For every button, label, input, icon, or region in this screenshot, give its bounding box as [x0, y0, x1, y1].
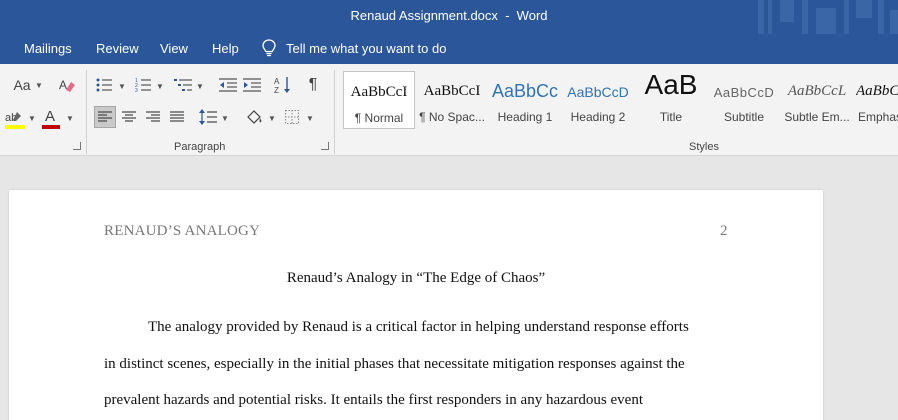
style-heading-2[interactable]: AaBbCcD Heading 2	[562, 71, 634, 129]
style-emphasis[interactable]: AaBbCcL Emphas	[854, 71, 898, 129]
chevron-down-icon[interactable]: ▼	[35, 81, 43, 90]
document-title: Renaud’s Analogy in “The Edge of Chaos”	[286, 270, 546, 286]
borders-icon[interactable]	[285, 110, 299, 124]
chevron-down-icon[interactable]: ▼	[28, 114, 36, 123]
tell-me-label: Tell me what you want to do	[286, 40, 447, 56]
paragraph-line: The analogy provided by Renaud is a crit…	[148, 319, 689, 335]
style-heading-1[interactable]: AaBbCc Heading 1	[489, 71, 561, 129]
decrease-indent-icon[interactable]	[219, 77, 237, 93]
style-name: Emphas	[858, 110, 898, 124]
align-center-icon[interactable]	[122, 110, 136, 124]
style-sample: AaBbCcL	[856, 83, 898, 99]
style-sample: AaB	[644, 71, 698, 99]
align-right-icon[interactable]	[146, 110, 160, 124]
multilevel-list-icon[interactable]	[174, 77, 192, 93]
sort-icon[interactable]: A Z	[274, 76, 292, 94]
font-dialog-launcher-icon[interactable]	[73, 142, 81, 150]
document-canvas: RENAUD’S ANALOGY 2 Renaud’s Analogy in “…	[0, 156, 898, 420]
paragraph-line: in distinct scenes, especially in the in…	[104, 356, 685, 372]
chevron-down-icon[interactable]: ▼	[118, 82, 126, 91]
highlighter-icon: ab	[5, 112, 25, 129]
chevron-down-icon[interactable]: ▼	[156, 82, 164, 91]
lightbulb-icon	[262, 39, 276, 57]
group-divider	[86, 70, 87, 154]
ribbon-tab-bar: Mailings Review View Help Tell me what y…	[0, 34, 898, 64]
style-sample: AaBbCcL	[787, 83, 847, 99]
font-color-label: A	[45, 108, 56, 125]
show-formatting-marks-button[interactable]: ¶	[304, 76, 322, 94]
style-sample: AaBbCcI	[350, 84, 408, 100]
svg-text:A: A	[59, 78, 67, 92]
line-spacing-icon[interactable]	[199, 108, 217, 126]
tab-help[interactable]: Help	[212, 41, 239, 56]
styles-gallery: AaBbCcI ¶ Normal AaBbCcI ¶ No Spac... Aa…	[343, 71, 898, 129]
bullets-icon[interactable]	[96, 77, 112, 93]
chevron-down-icon[interactable]: ▼	[66, 114, 74, 123]
numbering-icon[interactable]: 123	[135, 77, 151, 93]
justify-icon[interactable]	[170, 110, 184, 124]
style-name: Subtle Em...	[784, 110, 850, 124]
style-subtle-emphasis[interactable]: AaBbCcL Subtle Em...	[781, 71, 853, 129]
style-name: ¶ No Spac...	[419, 110, 485, 124]
paragraph-dialog-launcher-icon[interactable]	[321, 142, 329, 150]
style-subtitle[interactable]: AaBbCcD Subtitle	[708, 71, 780, 129]
paragraph-group-label: Paragraph	[174, 141, 226, 153]
chevron-down-icon[interactable]: ▼	[268, 114, 276, 123]
font-color-button[interactable]: A	[42, 108, 62, 130]
style-name: ¶ Normal	[354, 111, 404, 125]
document-page[interactable]: RENAUD’S ANALOGY 2 Renaud’s Analogy in “…	[9, 190, 823, 420]
style-sample: AaBbCc	[491, 81, 559, 101]
eraser-icon[interactable]: A	[58, 76, 76, 94]
chevron-down-icon[interactable]: ▼	[306, 114, 314, 123]
style-name: Subtitle	[723, 110, 765, 124]
chevron-down-icon[interactable]: ▼	[196, 82, 204, 91]
align-left-button[interactable]	[94, 106, 116, 128]
tab-mailings[interactable]: Mailings	[24, 41, 72, 56]
style-title[interactable]: AaB Title	[635, 71, 707, 129]
running-head: RENAUD’S ANALOGY	[104, 223, 261, 239]
style-name: Heading 2	[570, 110, 626, 124]
title-bar: Renaud Assignment.docx - Word	[0, 0, 898, 34]
increase-indent-icon[interactable]	[243, 77, 261, 93]
svg-text:A: A	[274, 77, 280, 86]
tab-view[interactable]: View	[160, 41, 188, 56]
align-left-icon	[98, 111, 112, 122]
svg-text:3: 3	[135, 88, 138, 93]
title-bar-pattern	[758, 0, 898, 34]
tell-me-search[interactable]: Tell me what you want to do	[262, 39, 446, 57]
ribbon: Aa ▼ A ab ▼ A ▼ ▼ 123 ▼ ▼ A Z ¶ ▼ ▼ ▼ Pa…	[0, 64, 898, 156]
style-normal[interactable]: AaBbCcI ¶ Normal	[343, 71, 415, 129]
tab-review[interactable]: Review	[96, 41, 139, 56]
highlight-button[interactable]: ab	[4, 108, 26, 130]
style-sample: AaBbCcI	[423, 83, 481, 99]
paragraph-line: prevalent hazards and potential risks. I…	[104, 392, 643, 408]
shading-icon[interactable]	[244, 108, 264, 128]
styles-group-label: Styles	[689, 141, 719, 153]
style-name: Title	[659, 110, 683, 124]
font-color-swatch	[42, 125, 60, 129]
chevron-down-icon[interactable]: ▼	[221, 114, 229, 123]
page-number: 2	[720, 223, 728, 239]
change-case-button[interactable]: Aa	[12, 76, 32, 94]
style-no-spacing[interactable]: AaBbCcI ¶ No Spac...	[416, 71, 488, 129]
style-name: Heading 1	[497, 110, 553, 124]
group-divider	[334, 70, 335, 154]
svg-text:Z: Z	[274, 86, 279, 94]
